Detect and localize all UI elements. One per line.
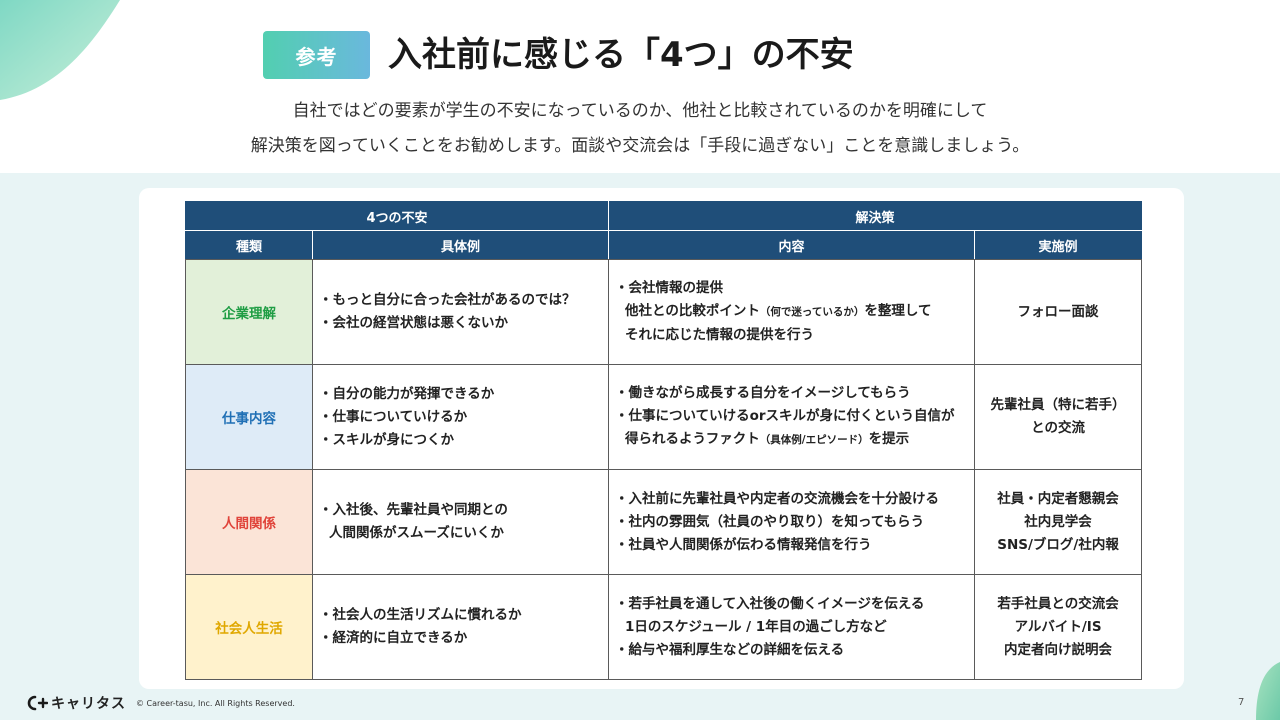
table-row: 仕事内容 ・自分の能力が発揮できるか ・仕事についていけるか ・スキルが身につく… — [185, 364, 1143, 470]
case-item: アルバイト/IS — [1014, 618, 1102, 635]
content-item: それに応じた情報の提供を行う — [625, 327, 815, 343]
content-item: ・社内の雰囲気（社員のやり取り）を知ってもらう — [615, 513, 925, 530]
example-item: ・自分の能力が発揮できるか — [319, 385, 495, 402]
column-header-content: 内容 — [608, 230, 976, 260]
case-item: との交流 — [1031, 420, 1085, 436]
example-item: ・スキルが身につくか — [319, 431, 454, 448]
page-title: 入社前に感じる「4つ」の不安 — [388, 35, 854, 75]
column-header-examples: 具体例 — [311, 230, 610, 260]
footer: キャリタス © Career-tasu, Inc. All Rights Res… — [26, 695, 295, 712]
content-note: （具体例/エピソード） — [759, 434, 869, 446]
example-item: ・仕事についていけるか — [319, 408, 468, 425]
case-item: 若手社員との交流会 — [997, 595, 1119, 612]
example-item: 人間関係がスムーズにいくか — [329, 525, 504, 541]
content-item: ・会社情報の提供 — [615, 280, 724, 296]
decorative-corner-shape — [1256, 662, 1280, 720]
example-item: ・もっと自分に合った会社があるのでは？ — [319, 292, 576, 308]
example-item: ・入社後、先輩社員や同期との — [319, 502, 508, 518]
type-cell: 社会人生活 — [185, 574, 313, 680]
examples-cell: ・入社後、先輩社員や同期との 人間関係がスムーズにいくか — [311, 469, 610, 575]
case-item: 先輩社員（特に若手） — [990, 397, 1126, 413]
table-row: 社会人生活 ・社会人の生活リズムに慣れるか ・経済的に自立できるか ・若手社員を… — [185, 574, 1143, 680]
case-item: SNS/ブログ/社内報 — [997, 536, 1119, 553]
example-item: ・社会人の生活リズムに慣れるか — [319, 607, 522, 623]
example-item: ・会社の経営状態は悪くないか — [319, 315, 508, 331]
case-item: フォロー面談 — [1017, 303, 1099, 320]
type-cell: 企業理解 — [185, 259, 313, 365]
content-item: ・給与や福利厚生などの詳細を伝える — [615, 641, 845, 658]
content-item: ・仕事についていけるorスキルが身に付くという自信が — [615, 408, 955, 424]
content-item: ・若手社員を通して入社後の働くイメージを伝える — [615, 595, 925, 612]
column-header-row: 種類 具体例 内容 実施例 — [185, 230, 1143, 260]
examples-cell: ・社会人の生活リズムに慣れるか ・経済的に自立できるか — [311, 574, 610, 680]
decorative-leaf-shape — [0, 0, 120, 100]
cases-cell: 若手社員との交流会 アルバイト/IS 内定者向け説明会 — [974, 574, 1143, 680]
group-header-solution: 解決策 — [608, 201, 1143, 231]
case-item: 内定者向け説明会 — [1004, 641, 1113, 658]
content-cell: ・入社前に先輩社員や内定者の交流機会を十分設ける ・社内の雰囲気（社員のやり取り… — [608, 469, 976, 575]
group-header-row: 4つの不安 解決策 — [184, 201, 1143, 231]
content-cell: ・働きながら成長する自分をイメージしてもらう ・仕事についていけるorスキルが身… — [608, 364, 976, 470]
case-item: 社内見学会 — [1024, 513, 1092, 530]
case-item: 社員・内定者懇親会 — [997, 490, 1119, 507]
content-item: 1日のスケジュール / 1年目の過ごし方など — [625, 618, 887, 635]
cases-cell: 先輩社員（特に若手） との交流 — [974, 364, 1143, 470]
logo-text: キャリタス — [51, 696, 126, 712]
anxiety-solutions-table: 4つの不安 解決策 種類 具体例 内容 実施例 企業理解 ・もっと自分に合った会… — [184, 201, 1143, 680]
content-item: 他社との比較ポイント（何で迷っているか）を整理して — [615, 300, 974, 324]
column-header-type: 種類 — [185, 230, 313, 260]
subtitle-line-2: 解決策を図っていくことをお勧めします。面談や交流会は「手段に過ぎない」ことを意識… — [250, 136, 1030, 156]
content-cell: ・会社情報の提供 他社との比較ポイント（何で迷っているか）を整理して それに応じ… — [608, 259, 976, 365]
subtitle-line-1: 自社ではどの要素が学生の不安になっているのか、他社と比較されているのかを明確にし… — [292, 101, 988, 121]
examples-cell: ・自分の能力が発揮できるか ・仕事についていけるか ・スキルが身につくか — [311, 364, 610, 470]
content-text: を提示 — [868, 431, 910, 447]
page-number: 7 — [1238, 697, 1245, 708]
group-header-anxiety: 4つの不安 — [184, 201, 610, 231]
careertasu-logo-icon — [27, 695, 48, 711]
content-cell: ・若手社員を通して入社後の働くイメージを伝える 1日のスケジュール / 1年目の… — [608, 574, 976, 680]
table-row: 人間関係 ・入社後、先輩社員や同期との 人間関係がスムーズにいくか ・入社前に先… — [185, 469, 1143, 575]
cases-cell: フォロー面談 — [974, 259, 1143, 365]
content-text: 得られるようファクト — [625, 431, 760, 447]
type-cell: 仕事内容 — [185, 364, 313, 470]
example-item: ・経済的に自立できるか — [319, 630, 468, 646]
reference-badge: 参考 — [263, 31, 370, 79]
copyright-text: © Career-tasu, Inc. All Rights Reserved. — [136, 698, 295, 708]
column-header-cases: 実施例 — [974, 230, 1143, 260]
content-item: ・入社前に先輩社員や内定者の交流機会を十分設ける — [615, 490, 940, 507]
content-item: 得られるようファクト（具体例/エピソード）を提示 — [615, 428, 974, 452]
content-text: 他社との比較ポイント — [625, 303, 760, 319]
content-item: ・働きながら成長する自分をイメージしてもらう — [615, 385, 911, 401]
examples-cell: ・もっと自分に合った会社があるのでは？ ・会社の経営状態は悪くないか — [311, 259, 610, 365]
table-row: 企業理解 ・もっと自分に合った会社があるのでは？ ・会社の経営状態は悪くないか … — [185, 259, 1143, 365]
type-cell: 人間関係 — [185, 469, 313, 575]
content-text: を整理して — [864, 303, 932, 319]
cases-cell: 社員・内定者懇親会 社内見学会 SNS/ブログ/社内報 — [974, 469, 1143, 575]
content-item: ・社員や人間関係が伝わる情報発信を行う — [615, 536, 872, 553]
content-note: （何で迷っているか） — [759, 306, 865, 318]
